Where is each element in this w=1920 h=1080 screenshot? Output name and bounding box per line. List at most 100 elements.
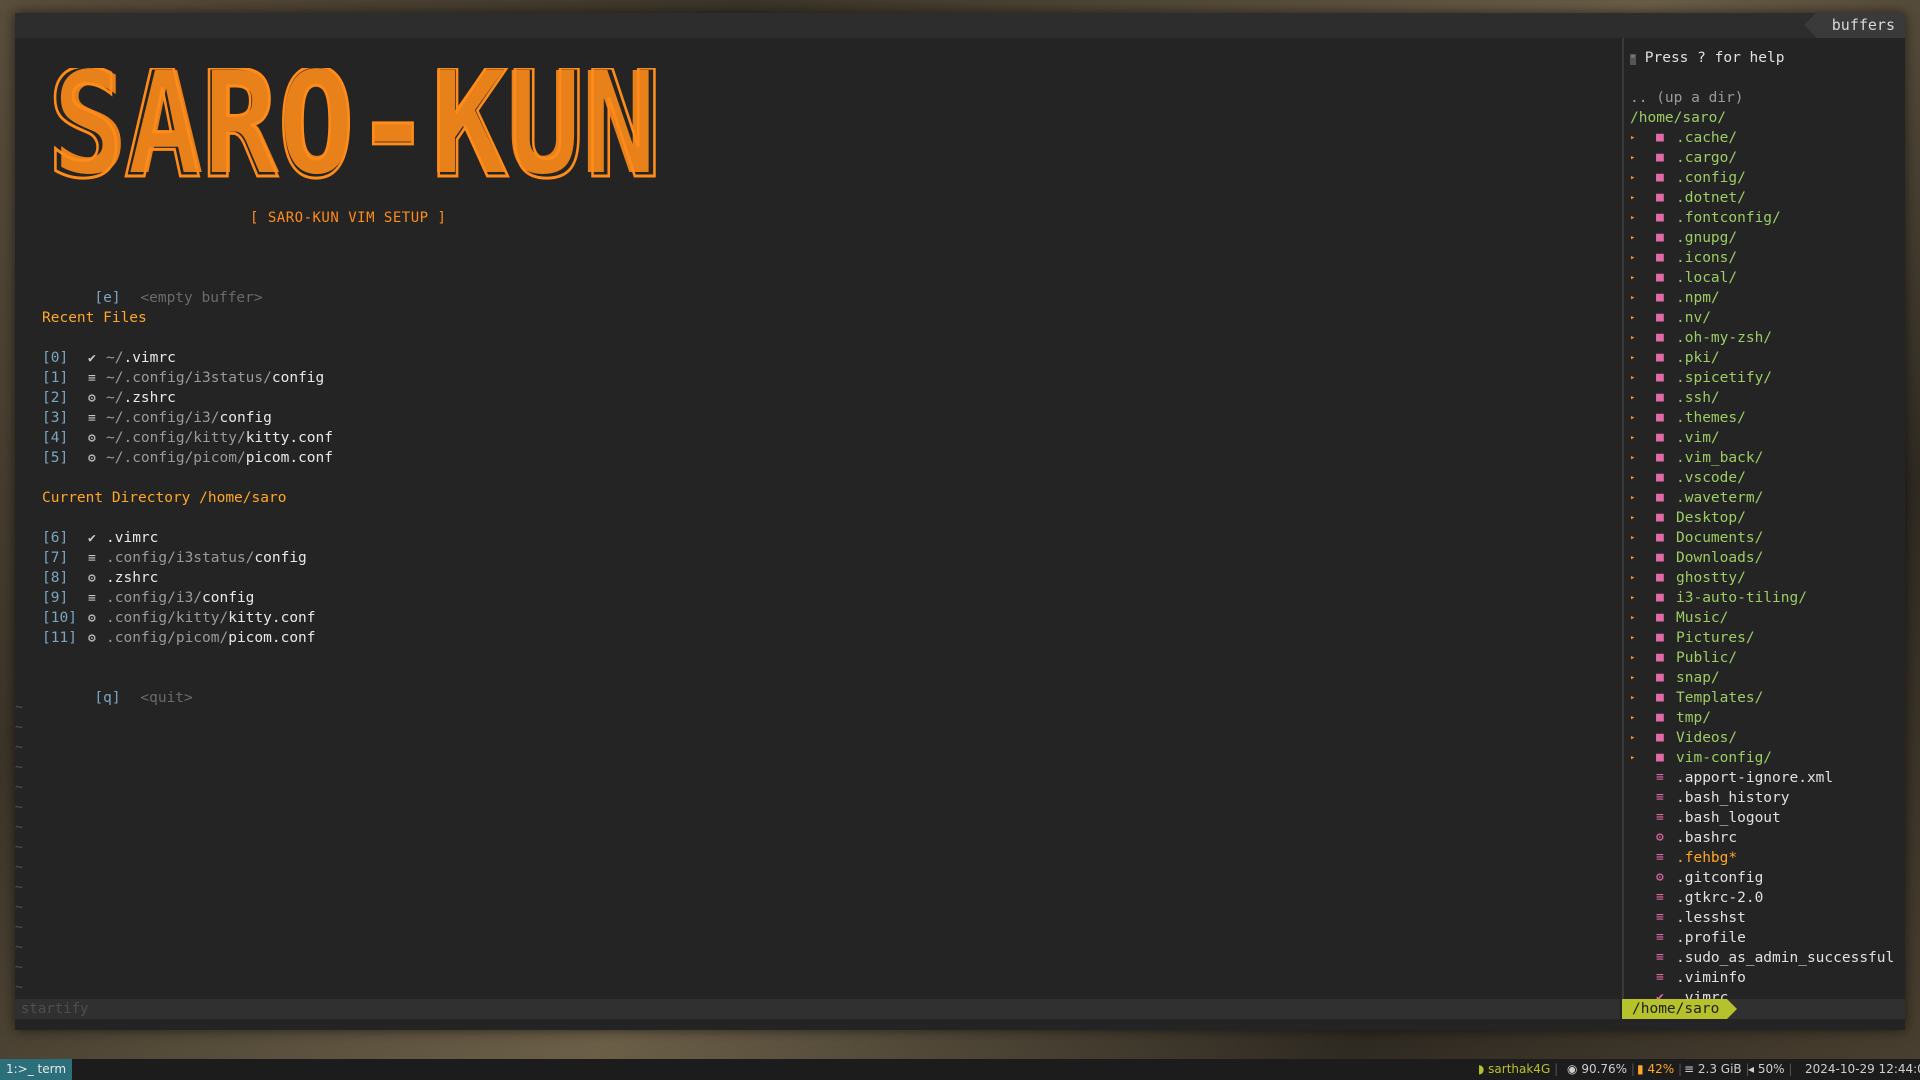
nerdtree-pane[interactable]: " Press ? for help .. (up a dir) /home/s… bbox=[1622, 38, 1905, 1006]
tree-dir[interactable]: ▸ ■ ghostty/ bbox=[1630, 568, 1905, 588]
tree-file[interactable]: ≡ .lesshst bbox=[1630, 908, 1905, 928]
file-entry[interactable]: [9] ≡ .config/i3/config bbox=[42, 588, 254, 608]
tree-dir[interactable]: ▸ ■ .oh-my-zsh/ bbox=[1630, 328, 1905, 348]
expand-arrow-icon[interactable]: ▸ bbox=[1630, 508, 1635, 528]
expand-arrow-icon[interactable]: ▸ bbox=[1630, 528, 1635, 548]
workspace-button[interactable]: 1:>_ term bbox=[0, 1059, 73, 1080]
expand-arrow-icon[interactable]: ▸ bbox=[1630, 228, 1635, 248]
file-entry[interactable]: [0] ✔ ~/.vimrc bbox=[42, 348, 176, 368]
tree-dir[interactable]: ▸ ■ Desktop/ bbox=[1630, 508, 1905, 528]
expand-arrow-icon[interactable]: ▸ bbox=[1630, 168, 1635, 188]
tree-dir[interactable]: ▸ ■ Pictures/ bbox=[1630, 628, 1905, 648]
tree-file[interactable]: ⚙ .gitconfig bbox=[1630, 868, 1905, 888]
tree-dir[interactable]: ▸ ■ vim-config/ bbox=[1630, 748, 1905, 768]
tree-dir[interactable]: ▸ ■ .vim_back/ bbox=[1630, 448, 1905, 468]
tree-file[interactable]: ≡ .sudo_as_admin_successful bbox=[1630, 948, 1905, 968]
quit-entry[interactable]: [q] <quit> bbox=[42, 668, 192, 706]
file-entry[interactable]: [2] ⚙ ~/.zshrc bbox=[42, 388, 176, 408]
entry-index: [7] bbox=[42, 550, 69, 566]
tree-dir[interactable]: ▸ ■ .themes/ bbox=[1630, 408, 1905, 428]
tree-dir[interactable]: ▸ ■ .local/ bbox=[1630, 268, 1905, 288]
tree-dir[interactable]: ▸ ■ .pki/ bbox=[1630, 348, 1905, 368]
tree-root[interactable]: /home/saro/ bbox=[1630, 108, 1726, 128]
tree-dir[interactable]: ▸ ■ .ssh/ bbox=[1630, 388, 1905, 408]
file-entry[interactable]: [11] ⚙ .config/picom/picom.conf bbox=[42, 628, 316, 648]
tree-file[interactable]: ≡ .profile bbox=[1630, 928, 1905, 948]
expand-arrow-icon[interactable]: ▸ bbox=[1630, 468, 1635, 488]
file-entry[interactable]: [7] ≡ .config/i3status/config bbox=[42, 548, 307, 568]
empty-buffer-entry[interactable]: [e] <empty buffer> bbox=[42, 268, 262, 306]
tree-dir[interactable]: ▸ ■ .vscode/ bbox=[1630, 468, 1905, 488]
file-entry[interactable]: [3] ≡ ~/.config/i3/config bbox=[42, 408, 272, 428]
tree-file[interactable]: ≡ .viminfo bbox=[1630, 968, 1905, 988]
expand-arrow-icon[interactable]: ▸ bbox=[1630, 268, 1635, 288]
tree-dir[interactable]: ▸ ■ Public/ bbox=[1630, 648, 1905, 668]
volume-icon: ◂ bbox=[1748, 1062, 1755, 1076]
expand-arrow-icon[interactable]: ▸ bbox=[1630, 628, 1635, 648]
file-entry[interactable]: [4] ⚙ ~/.config/kitty/kitty.conf bbox=[42, 428, 333, 448]
memory-value: 2.3 GiB bbox=[1697, 1062, 1742, 1076]
tree-dir[interactable]: ▸ ■ .waveterm/ bbox=[1630, 488, 1905, 508]
expand-arrow-icon[interactable]: ▸ bbox=[1630, 428, 1635, 448]
expand-arrow-icon[interactable]: ▸ bbox=[1630, 208, 1635, 228]
expand-arrow-icon[interactable]: ▸ bbox=[1630, 368, 1635, 388]
expand-arrow-icon[interactable]: ▸ bbox=[1630, 588, 1635, 608]
expand-arrow-icon[interactable]: ▸ bbox=[1630, 388, 1635, 408]
file-entry[interactable]: [6] ✔ .vimrc bbox=[42, 528, 158, 548]
expand-arrow-icon[interactable]: ▸ bbox=[1630, 688, 1635, 708]
expand-arrow-icon[interactable]: ▸ bbox=[1630, 188, 1635, 208]
buffers-tab[interactable]: buffers bbox=[1803, 13, 1905, 38]
tree-dir[interactable]: ▸ ■ .npm/ bbox=[1630, 288, 1905, 308]
tree-file[interactable]: ⚙ .bashrc bbox=[1630, 828, 1905, 848]
entry-key: [e] bbox=[94, 290, 121, 306]
expand-arrow-icon[interactable]: ▸ bbox=[1630, 748, 1635, 768]
file-entry[interactable]: [1] ≡ ~/.config/i3status/config bbox=[42, 368, 324, 388]
expand-arrow-icon[interactable]: ▸ bbox=[1630, 488, 1635, 508]
expand-arrow-icon[interactable]: ▸ bbox=[1630, 328, 1635, 348]
tree-file[interactable]: ≡ .fehbg* bbox=[1630, 848, 1905, 868]
tree-dir[interactable]: ▸ ■ .vim/ bbox=[1630, 428, 1905, 448]
expand-arrow-icon[interactable]: ▸ bbox=[1630, 248, 1635, 268]
tree-dir[interactable]: ▸ ■ Music/ bbox=[1630, 608, 1905, 628]
tree-dir[interactable]: ▸ ■ Downloads/ bbox=[1630, 548, 1905, 568]
expand-arrow-icon[interactable]: ▸ bbox=[1630, 348, 1635, 368]
tree-dir[interactable]: ▸ ■ .spicetify/ bbox=[1630, 368, 1905, 388]
tree-dir[interactable]: ▸ ■ .nv/ bbox=[1630, 308, 1905, 328]
tree-dir[interactable]: ▸ ■ Videos/ bbox=[1630, 728, 1905, 748]
startify-pane[interactable]: SARO-KUN SARO-KUN [ SARO-KUN VIM SETUP ]… bbox=[15, 38, 1620, 1003]
expand-arrow-icon[interactable]: ▸ bbox=[1630, 568, 1635, 588]
file-entry[interactable]: [10] ⚙ .config/kitty/kitty.conf bbox=[42, 608, 316, 628]
tree-dir[interactable]: ▸ ■ .gnupg/ bbox=[1630, 228, 1905, 248]
tree-dir[interactable]: ▸ ■ Documents/ bbox=[1630, 528, 1905, 548]
tree-file[interactable]: ≡ .gtkrc-2.0 bbox=[1630, 888, 1905, 908]
expand-arrow-icon[interactable]: ▸ bbox=[1630, 728, 1635, 748]
expand-arrow-icon[interactable]: ▸ bbox=[1630, 708, 1635, 728]
expand-arrow-icon[interactable]: ▸ bbox=[1630, 148, 1635, 168]
tree-dir[interactable]: ▸ ■ .cargo/ bbox=[1630, 148, 1905, 168]
expand-arrow-icon[interactable]: ▸ bbox=[1630, 648, 1635, 668]
expand-arrow-icon[interactable]: ▸ bbox=[1630, 448, 1635, 468]
tree-dir[interactable]: ▸ ■ Templates/ bbox=[1630, 688, 1905, 708]
expand-arrow-icon[interactable]: ▸ bbox=[1630, 668, 1635, 688]
file-entry[interactable]: [8] ⚙ .zshrc bbox=[42, 568, 158, 588]
tree-file[interactable]: ≡ .apport-ignore.xml bbox=[1630, 768, 1905, 788]
tree-file[interactable]: ≡ .bash_history bbox=[1630, 788, 1905, 808]
tree-file[interactable]: ≡ .bash_logout bbox=[1630, 808, 1905, 828]
expand-arrow-icon[interactable]: ▸ bbox=[1630, 408, 1635, 428]
tree-dir[interactable]: ▸ ■ i3-auto-tiling/ bbox=[1630, 588, 1905, 608]
tree-dir[interactable]: ▸ ■ .fontconfig/ bbox=[1630, 208, 1905, 228]
tree-dir[interactable]: ▸ ■ .icons/ bbox=[1630, 248, 1905, 268]
file-entry[interactable]: [5] ⚙ ~/.config/picom/picom.conf bbox=[42, 448, 333, 468]
expand-arrow-icon[interactable]: ▸ bbox=[1630, 608, 1635, 628]
status-line-right: /home/saro bbox=[1622, 999, 1905, 1019]
expand-arrow-icon[interactable]: ▸ bbox=[1630, 128, 1635, 148]
tree-dir[interactable]: ▸ ■ .config/ bbox=[1630, 168, 1905, 188]
tree-dir[interactable]: ▸ ■ tmp/ bbox=[1630, 708, 1905, 728]
expand-arrow-icon[interactable]: ▸ bbox=[1630, 308, 1635, 328]
tree-dir[interactable]: ▸ ■ .cache/ bbox=[1630, 128, 1905, 148]
expand-arrow-icon[interactable]: ▸ bbox=[1630, 548, 1635, 568]
tree-dir[interactable]: ▸ ■ .dotnet/ bbox=[1630, 188, 1905, 208]
expand-arrow-icon[interactable]: ▸ bbox=[1630, 288, 1635, 308]
tree-dir[interactable]: ▸ ■ snap/ bbox=[1630, 668, 1905, 688]
tree-up-dir[interactable]: .. (up a dir) bbox=[1630, 88, 1744, 108]
